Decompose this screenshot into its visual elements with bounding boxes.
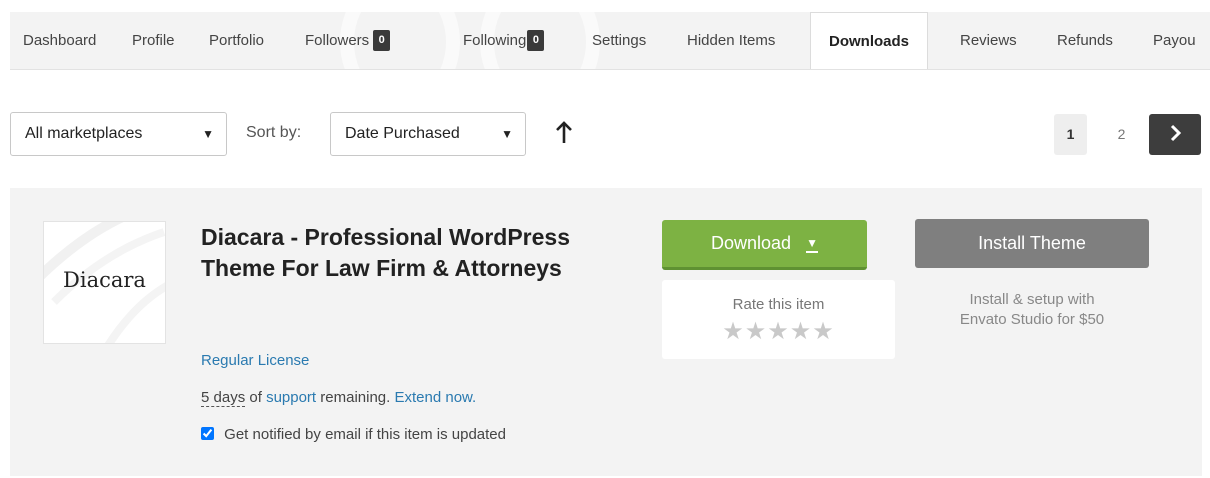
tab-hidden-items[interactable]: Hidden Items (687, 12, 775, 69)
star-icon[interactable]: ★ (767, 318, 790, 345)
tab-refunds[interactable]: Refunds (1057, 12, 1113, 69)
star-icon[interactable]: ★ (722, 318, 745, 345)
support-days: 5 days (201, 389, 246, 407)
notify-checkbox[interactable] (201, 427, 214, 440)
sort-select[interactable]: Date Purchased ▼ (330, 112, 526, 156)
rate-item-label: Rate this item (732, 296, 825, 313)
support-of-text: of (249, 389, 262, 406)
star-icon[interactable]: ★ (812, 318, 835, 345)
profile-nav-tabs: Dashboard Profile Portfolio Followers 0 F… (10, 12, 1210, 70)
chevron-right-icon (1170, 124, 1182, 142)
rating-stars: ★★★★★ (662, 317, 895, 346)
next-page-button[interactable] (1149, 114, 1201, 155)
tab-profile[interactable]: Profile (132, 12, 175, 69)
rate-item-box: Rate this item ★★★★★ (662, 280, 895, 359)
license-link[interactable]: Regular License (201, 352, 309, 369)
tab-dashboard[interactable]: Dashboard (23, 12, 96, 69)
extend-support-link[interactable]: Extend now. (395, 389, 477, 406)
support-remaining-text: remaining. (320, 389, 391, 406)
tab-portfolio[interactable]: Portfolio (209, 12, 264, 69)
tab-followers-label: Followers (305, 32, 370, 49)
install-theme-button[interactable]: Install Theme (915, 219, 1149, 268)
tab-reviews[interactable]: Reviews (960, 12, 1017, 69)
download-button[interactable]: Download ▼ (662, 220, 867, 270)
star-icon[interactable]: ★ (745, 318, 768, 345)
install-note-line-1: Install & setup with (969, 291, 1095, 308)
download-dropdown-icon: ▼ (806, 236, 818, 253)
arrow-up-icon[interactable] (553, 118, 575, 148)
item-logo-text: Diacara (63, 268, 146, 292)
sort-select-value: Date Purchased (345, 125, 460, 142)
sort-by-label: Sort by: (246, 124, 302, 141)
followers-count-badge: 0 (373, 29, 391, 51)
install-note-line-2: Envato Studio for $50 (959, 311, 1105, 328)
tab-following[interactable]: Following 0 (463, 12, 545, 69)
support-link[interactable]: support (266, 389, 316, 406)
notify-label: Get notified by email if this item is up… (224, 426, 506, 443)
support-status: 5 days of support remaining. Extend now. (201, 389, 477, 407)
caret-down-icon: ▼ (202, 127, 214, 141)
item-title[interactable]: Diacara - Professional WordPress Theme F… (201, 222, 601, 284)
page-2-button[interactable]: 2 (1105, 114, 1138, 155)
star-icon[interactable]: ★ (790, 318, 813, 345)
download-item-card: Diacara Diacara - Professional WordPress… (10, 188, 1202, 476)
following-count-badge: 0 (527, 29, 545, 51)
caret-down-icon: ▼ (501, 127, 513, 141)
install-note: Install & setup with Envato Studio for $… (915, 290, 1149, 330)
tab-followers[interactable]: Followers 0 (305, 12, 391, 69)
marketplace-select[interactable]: All marketplaces ▼ (10, 112, 227, 156)
page-1-button[interactable]: 1 (1054, 114, 1087, 155)
marketplace-select-value: All marketplaces (25, 125, 143, 142)
item-thumbnail[interactable]: Diacara (43, 221, 166, 344)
tab-settings[interactable]: Settings (592, 12, 646, 69)
tab-following-label: Following (463, 32, 527, 49)
tab-downloads[interactable]: Downloads (810, 12, 929, 69)
notify-option[interactable]: Get notified by email if this item is up… (201, 426, 506, 443)
download-button-label: Download (711, 233, 792, 253)
tab-payouts[interactable]: Payou (1153, 12, 1196, 69)
